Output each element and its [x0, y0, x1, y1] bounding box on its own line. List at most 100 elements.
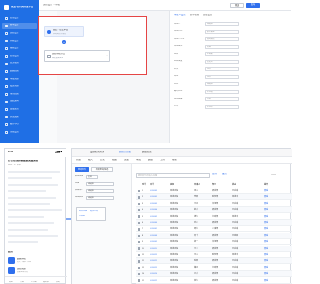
row-checkbox[interactable] — [137, 279, 140, 282]
menu-item[interactable]: 公式 — [100, 159, 105, 162]
field-input[interactable]: 依次审批 — [205, 29, 239, 34]
table-row[interactable]: 6 LC0006 审批流程 孙八 研发部 已完成 查看 — [136, 220, 292, 226]
menu-item[interactable]: 插入 — [88, 159, 93, 162]
table-row[interactable]: 14 LC0014 审批流程 卫六 研发部 已完成 查看 — [136, 271, 292, 278]
row-checkbox[interactable] — [137, 247, 140, 250]
row-checkbox[interactable] — [137, 189, 140, 193]
zoom-level[interactable]: 100% — [271, 174, 276, 176]
approval-status-select[interactable]: 请选择 — [86, 195, 114, 200]
sidebar-item[interactable]: 集成配置 — [2, 106, 37, 112]
row-checkbox[interactable] — [137, 202, 140, 205]
more-icon[interactable]: ··· — [106, 55, 108, 58]
sidebar-item[interactable]: 消息通知 — [2, 114, 37, 120]
field-input[interactable]: 开启 — [205, 97, 239, 101]
tab-messages[interactable]: 消息 — [9, 281, 13, 283]
tab-workbench[interactable]: 工作台 — [31, 281, 37, 283]
tab-contacts[interactable]: 通讯录 — [43, 281, 49, 283]
search-input[interactable]: 搜索单号/申请人/标题 — [136, 173, 210, 178]
sidebar-item[interactable]: 报表设计 — [2, 45, 37, 51]
row-checkbox[interactable] — [137, 253, 140, 257]
row-checkbox[interactable] — [137, 215, 140, 218]
field-input[interactable]: 允许 — [205, 74, 239, 79]
table-row[interactable]: 13 LC0013 审批流程 褚五 行政部 已完成 查看 — [136, 265, 292, 271]
menu-item[interactable]: 工具 — [160, 159, 165, 162]
tab-docs[interactable]: 文档 — [20, 281, 24, 283]
table-row[interactable]: 10 LC0010 审批流程 王二 研发部 已完成 查看 — [136, 245, 292, 252]
popover-option[interactable]: 新增流程 — [79, 210, 87, 212]
tab-form-permission[interactable]: 表单权限 — [190, 14, 199, 17]
row-checkbox[interactable] — [137, 234, 140, 237]
field-input[interactable]: 自动通过 — [205, 37, 239, 41]
table-row[interactable]: 8 LC0008 审批流程 吴十 研发部 已驳回 查看 — [136, 232, 292, 239]
advanced-filter-button[interactable]: 高级查询/筛选 — [91, 167, 113, 172]
flow-select[interactable]: 请选择 — [86, 181, 114, 186]
flow-node-approval[interactable]: 流程审批节点 请设置审批人 ··· — [44, 50, 110, 62]
field-input[interactable]: 不需要 — [205, 52, 239, 56]
app-entry[interactable]: 流程管理 查看全部流程 — [8, 266, 64, 276]
field-input[interactable]: 必填 — [205, 44, 239, 49]
table-row[interactable]: 9 LC0009 审批流程 郑一 市场部 已完成 查看 — [136, 239, 292, 246]
row-checkbox[interactable] — [137, 272, 140, 276]
sidebar-item[interactable]: 组织架构 — [2, 99, 37, 105]
sidebar-item[interactable]: 插件中心 — [2, 121, 37, 127]
row-checkbox[interactable] — [137, 240, 140, 244]
field-input[interactable]: 允许 — [205, 67, 239, 71]
row-checkbox[interactable] — [137, 266, 140, 269]
table-row[interactable]: 15 LC0015 审批流程 蒋七 研发部 已完成 查看 — [136, 278, 292, 284]
menu-item[interactable]: 视图 — [112, 159, 117, 162]
tab-me[interactable]: 我的 — [56, 281, 60, 283]
query-condition-button[interactable]: 查询条件 — [75, 167, 89, 172]
row-checkbox[interactable] — [137, 208, 140, 212]
row-checkbox[interactable] — [137, 260, 140, 263]
sidebar-item[interactable]: 表单设计 — [2, 22, 37, 29]
doc-tab[interactable]: 表格计划表 — [119, 151, 131, 154]
tab-advanced[interactable]: 高级设置 — [203, 14, 212, 17]
publish-button[interactable]: 发布 — [246, 3, 260, 8]
sidebar-item[interactable]: 应用设计 — [2, 15, 37, 21]
table-row[interactable]: 2 LC0002 审批流程 李四 财务部 审批中 查看 — [136, 194, 292, 201]
field-input[interactable]: 发起人 — [205, 59, 239, 64]
popover-option[interactable]: 选择已有 — [90, 210, 98, 212]
sidebar-item[interactable]: 成员管理 — [2, 83, 37, 89]
sidebar-item[interactable]: 列表设计 — [2, 38, 37, 44]
sidebar-item[interactable]: 角色权限 — [2, 91, 37, 97]
department-select[interactable]: 请选择 — [86, 188, 114, 193]
popover-option[interactable]: 已审批 — [79, 215, 85, 217]
table-row[interactable]: 4 LC0004 审批流程 赵六 研发部 已完成 查看 — [136, 207, 292, 214]
flow-node-start[interactable]: 发起 · 提交申请 所有成员可发起 — [44, 26, 84, 37]
sidebar-item[interactable]: 系统设置 — [2, 129, 37, 135]
row-checkbox[interactable] — [137, 196, 140, 199]
reset-button[interactable]: 重置 — [222, 173, 227, 176]
app-entry[interactable]: 数据审批 提交 · 审批 · 归档 — [8, 256, 64, 266]
sidebar-item[interactable]: 流程设计 — [2, 30, 37, 36]
field-input[interactable]: 不允许 — [205, 104, 239, 109]
table-row[interactable]: 5 LC0005 审批流程 钱七 行政部 审批中 查看 — [136, 214, 292, 220]
sidebar-item[interactable]: 应用设置 — [2, 53, 37, 59]
search-button[interactable]: 查询 — [212, 173, 217, 176]
menu-item[interactable]: 开始 — [76, 159, 81, 162]
menu-item[interactable]: 页面 — [124, 159, 129, 162]
row-checkbox[interactable] — [137, 228, 140, 231]
status-select[interactable]: 全部 — [86, 174, 98, 179]
table-row[interactable]: 12 LC0012 审批流程 陈四 研发部 已完成 查看 — [136, 258, 292, 265]
menu-item[interactable]: 帮助 — [172, 159, 177, 162]
sidebar-item[interactable]: 审批管理 — [2, 76, 37, 82]
doc-tab[interactable]: 数据总览 — [142, 151, 152, 154]
field-input[interactable]: 请选择 — [205, 22, 239, 26]
field-input[interactable]: 不处理 — [205, 89, 239, 94]
table-row[interactable]: 7 LC0007 审批流程 周九 人事部 已完成 查看 — [136, 226, 292, 233]
row-checkbox[interactable] — [137, 221, 140, 225]
add-node-button[interactable]: + — [62, 40, 66, 44]
doc-title[interactable]: 设备检测用况 — [90, 151, 104, 154]
table-row[interactable]: 11 LC0011 审批流程 冯三 财务部 审批中 查看 — [136, 252, 292, 258]
tab-approver[interactable]: 审批人设置 — [174, 14, 186, 17]
field-input[interactable]: 请选择 — [205, 82, 239, 86]
sidebar-item[interactable]: 业务规则 — [2, 61, 37, 67]
content-line — [8, 209, 62, 212]
table-row[interactable]: 1 LC0001 审批流程 张三 研发部 已完成 查看 — [136, 188, 292, 194]
preview-button[interactable]: 预览 — [230, 3, 244, 8]
sidebar-item[interactable]: 数据权限 — [2, 68, 37, 74]
menu-item[interactable]: 审阅 — [136, 159, 141, 162]
menu-item[interactable]: 数据 — [148, 159, 153, 162]
table-row[interactable]: 3 LC0003 审批流程 王五 市场部 已完成 查看 — [136, 201, 292, 207]
